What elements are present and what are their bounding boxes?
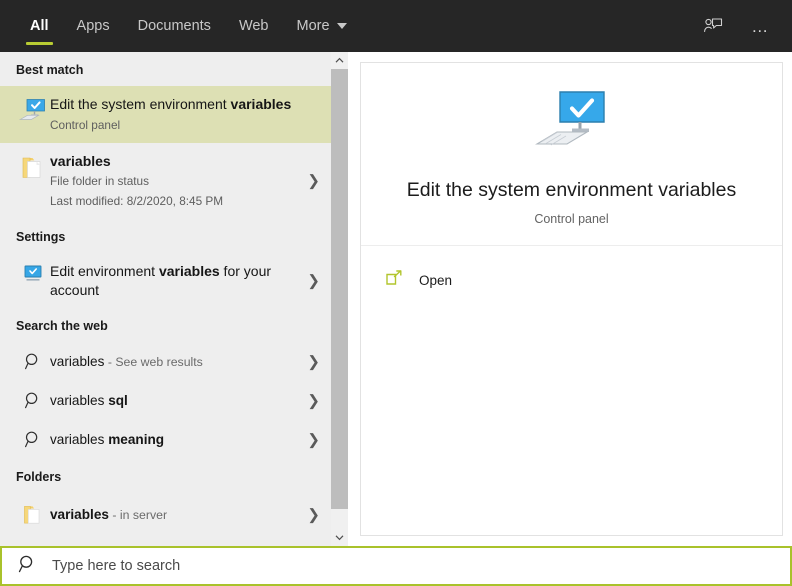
chevron-down-icon — [336, 23, 347, 29]
result-settings-env-vars[interactable]: Edit environment variables for your acco… — [0, 253, 332, 308]
section-header-settings: Settings — [16, 229, 66, 244]
preview-header: Edit the system environment variables Co… — [361, 63, 782, 246]
preview-actions: Open — [361, 246, 782, 301]
results-pane: Best match Edit the system environment v… — [0, 52, 348, 546]
result-title-text: Edit the system environment — [50, 96, 231, 112]
monitor-check-large-icon — [533, 88, 611, 157]
result-text: variables File folder in status Last mod… — [50, 152, 302, 210]
search-icon — [16, 391, 50, 410]
scrollbar-down-arrow-icon[interactable] — [331, 529, 348, 546]
result-title: variables - See web results — [50, 353, 302, 371]
tab-apps-label: Apps — [76, 18, 110, 34]
preview-title: Edit the system environment variables — [406, 179, 737, 201]
preview-pane: Edit the system environment variables Co… — [360, 62, 783, 536]
scrollbar-thumb[interactable] — [331, 69, 348, 509]
preview-subtitle: Control panel — [534, 212, 609, 226]
result-title-text: variables — [50, 392, 109, 408]
monitor-check-small-icon — [16, 262, 50, 284]
result-title: variables — [50, 152, 302, 171]
result-title-match: sql — [108, 392, 128, 408]
result-text: Edit environment variables for your acco… — [50, 262, 302, 299]
results-scrollbar[interactable] — [331, 52, 348, 546]
tab-web[interactable]: Web — [225, 0, 283, 52]
result-web-variables[interactable]: variables - See web results ❯ — [0, 342, 332, 381]
result-web-variables-sql[interactable]: variables sql ❯ — [0, 381, 332, 420]
result-text: variables - in server — [50, 506, 302, 524]
chevron-right-icon[interactable]: ❯ — [307, 393, 320, 408]
tabbar-actions: … — [696, 0, 792, 52]
result-title-text: Edit environment — [50, 262, 159, 279]
section-header-search-the-web: Search the web — [16, 319, 108, 334]
tab-list: All Apps Documents Web More — [0, 0, 361, 52]
chevron-right-icon[interactable]: ❯ — [307, 508, 320, 523]
result-title: variables meaning — [50, 431, 302, 449]
tab-documents[interactable]: Documents — [124, 0, 225, 52]
result-title-text: variables — [50, 431, 109, 447]
windows-search-panel: All Apps Documents Web More … Best match… — [0, 0, 792, 586]
chevron-right-icon[interactable]: ❯ — [307, 432, 320, 447]
scrollbar-track[interactable] — [331, 69, 348, 529]
open-action-label: Open — [419, 273, 453, 288]
person-feedback-icon[interactable] — [696, 9, 730, 43]
result-web-variables-meaning[interactable]: variables meaning ❯ — [0, 420, 332, 459]
result-title: Edit environment variables for your acco… — [50, 262, 302, 299]
tab-all-label: All — [30, 18, 49, 34]
result-title-match: variables — [50, 152, 111, 169]
tab-web-label: Web — [238, 18, 269, 34]
result-text: variables - See web results — [50, 353, 302, 371]
result-title-text: variables — [50, 353, 105, 369]
result-title: Edit the system environment variables — [50, 95, 302, 114]
result-best-match[interactable]: Edit the system environment variables Co… — [0, 86, 332, 143]
chevron-right-icon[interactable]: ❯ — [307, 273, 320, 288]
result-title-suffix: - in server — [108, 508, 168, 523]
search-input-bar[interactable]: Type here to search — [0, 546, 792, 586]
result-title-match: meaning — [108, 431, 165, 447]
more-options-icon[interactable]: … — [744, 9, 778, 43]
tab-apps[interactable]: Apps — [63, 0, 124, 52]
folder-icon — [16, 503, 50, 527]
result-title: variables sql — [50, 392, 302, 410]
more-options-label: … — [751, 16, 771, 36]
result-subtitle: Control panel — [50, 117, 121, 132]
result-title-match: variables — [230, 96, 292, 112]
chevron-right-icon[interactable]: ❯ — [307, 354, 320, 369]
monitor-check-icon — [16, 95, 50, 125]
tab-more-label: More — [296, 18, 330, 34]
tab-all[interactable]: All — [16, 0, 63, 52]
chevron-right-icon[interactable]: ❯ — [307, 173, 320, 188]
scrollbar-up-arrow-icon[interactable] — [331, 52, 348, 69]
result-folder-variables[interactable]: variables File folder in status Last mod… — [0, 143, 332, 219]
tab-more[interactable]: More — [283, 0, 361, 52]
section-header-best-match: Best match — [16, 63, 84, 77]
result-text: variables meaning — [50, 431, 302, 449]
result-text: Edit the system environment variables Co… — [50, 95, 302, 134]
search-icon — [16, 352, 50, 371]
search-tabbar: All Apps Documents Web More … — [0, 0, 792, 52]
search-input-placeholder[interactable]: Type here to search — [52, 558, 180, 574]
folder-icon — [16, 152, 50, 182]
result-title-match: variables — [158, 262, 220, 279]
result-title-match: variables — [50, 507, 109, 523]
open-action-button[interactable]: Open — [361, 260, 782, 301]
result-text: variables sql — [50, 392, 302, 410]
result-last-modified: Last modified: 8/2/2020, 8:45 PM — [50, 194, 224, 209]
open-external-icon — [385, 269, 403, 292]
result-subtitle: File folder in status — [50, 174, 150, 189]
result-folder-in-server[interactable]: variables - in server ❯ — [0, 493, 332, 537]
section-header-folders: Folders — [16, 470, 62, 485]
tab-documents-label: Documents — [137, 18, 211, 34]
search-icon — [18, 554, 38, 579]
result-title-suffix: - See web results — [104, 354, 203, 369]
results-list: Best match Edit the system environment v… — [0, 52, 332, 537]
tab-active-underline — [26, 42, 53, 45]
result-title: variables - in server — [50, 506, 302, 524]
search-icon — [16, 430, 50, 449]
